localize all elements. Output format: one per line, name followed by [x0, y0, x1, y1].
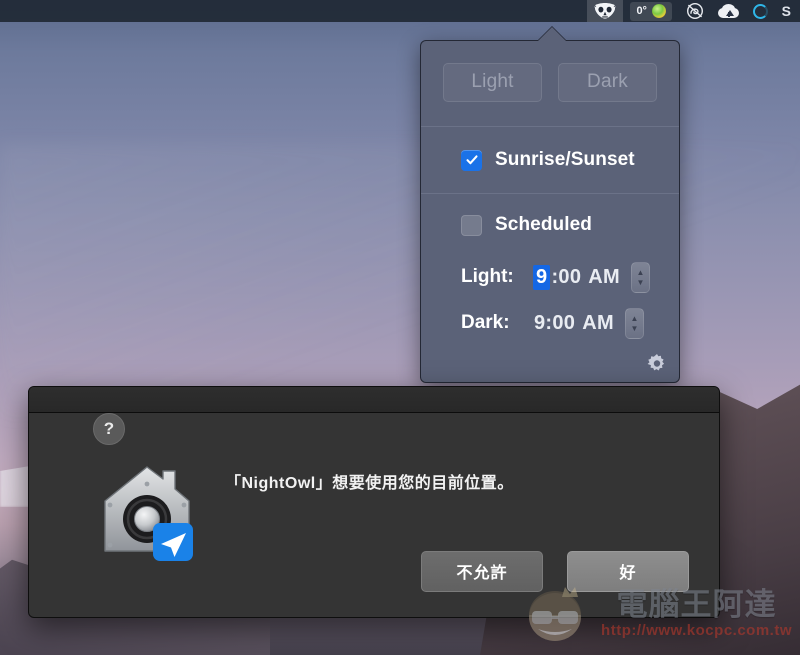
scheduled-label: Scheduled [495, 214, 592, 235]
dont-allow-button[interactable]: 不允許 [421, 551, 543, 592]
creative-cloud-icon [686, 3, 703, 19]
stepper-down-icon[interactable]: ▼ [630, 324, 638, 332]
dark-time-value[interactable]: 9:00 AM [533, 312, 614, 335]
menubar-item-nightowl[interactable] [586, 0, 623, 22]
screen: 0° S Light Dark Sunrise/Sunset Scheduled… [0, 0, 800, 655]
scheduled-checkbox[interactable] [461, 214, 482, 236]
security-preferences-icon [104, 466, 193, 561]
wallpaper-haze [0, 144, 800, 420]
dark-time-label: Dark: [461, 312, 510, 333]
light-time-row: Light: 9:00 AM ▲ ▼ [421, 254, 679, 300]
dialog-titlebar[interactable] [29, 387, 719, 413]
stepper-down-icon[interactable]: ▼ [637, 278, 645, 286]
weather-temperature: 0° [636, 5, 647, 17]
light-time-minutes[interactable]: :00 [550, 266, 581, 289]
owl-mask-icon [593, 3, 616, 19]
menubar-item-weather[interactable]: 0° [623, 0, 679, 22]
cloud-upload-icon [717, 4, 739, 18]
popover-arrow [538, 27, 566, 41]
menubar-item-cloud-upload[interactable] [711, 0, 746, 22]
checkmark-icon [465, 155, 478, 165]
ok-button[interactable]: 好 [567, 551, 689, 592]
light-time-label: Light: [461, 266, 514, 287]
light-time-ampm[interactable]: AM [581, 266, 620, 289]
dark-time-row: Dark: 9:00 AM ▲ ▼ [421, 300, 679, 346]
sunrise-sunset-row[interactable]: Sunrise/Sunset [421, 127, 679, 193]
dark-mode-button[interactable]: Dark [558, 63, 657, 102]
light-time-stepper[interactable]: ▲ ▼ [630, 261, 650, 293]
light-mode-button[interactable]: Light [443, 63, 542, 102]
weather-icon [651, 4, 666, 18]
help-button[interactable]: ? [93, 413, 125, 445]
skype-icon: S [781, 3, 791, 19]
light-time-hour[interactable]: 9 [533, 264, 551, 290]
dark-time-ampm[interactable]: AM [575, 312, 614, 335]
dialog-button-row: 不允許 好 [421, 551, 689, 592]
weather-pill[interactable]: 0° [629, 1, 672, 21]
stepper-up-icon[interactable]: ▲ [637, 268, 645, 276]
sunrise-sunset-checkbox[interactable] [461, 149, 482, 171]
scheduled-row[interactable]: Scheduled [421, 194, 679, 252]
mode-section: Light Dark [421, 41, 679, 126]
menu-bar: 0° S [0, 0, 800, 22]
menubar-item-skype[interactable]: S [775, 0, 798, 22]
dialog-message: 「NightOwl」想要使用您的目前位置。 [225, 475, 514, 492]
dark-time-stepper[interactable]: ▲ ▼ [624, 307, 644, 339]
stepper-up-icon[interactable]: ▲ [630, 314, 638, 322]
light-time-value[interactable]: 9:00 AM [533, 264, 620, 290]
menubar-item-progress[interactable] [746, 0, 775, 22]
sunrise-sunset-label: Sunrise/Sunset [495, 149, 635, 170]
sunrise-sunset-section: Sunrise/Sunset [421, 126, 679, 193]
dark-time-digits[interactable]: 9:00 [533, 312, 575, 335]
location-permission-dialog: 「NightOwl」想要使用您的目前位置。 ? 不允許 好 [28, 386, 720, 618]
progress-ring-icon [752, 3, 768, 19]
scheduled-section: Scheduled Light: 9:00 AM ▲ ▼ Dark: 9:00 AM [421, 193, 679, 346]
menubar-item-creative-cloud[interactable] [679, 0, 711, 22]
mode-segmented-control: Light Dark [421, 41, 679, 126]
gear-icon[interactable] [647, 354, 667, 374]
nightowl-popover: Light Dark Sunrise/Sunset Scheduled Ligh… [420, 27, 680, 383]
dialog-body: 「NightOwl」想要使用您的目前位置。 ? 不允許 好 [29, 413, 719, 617]
